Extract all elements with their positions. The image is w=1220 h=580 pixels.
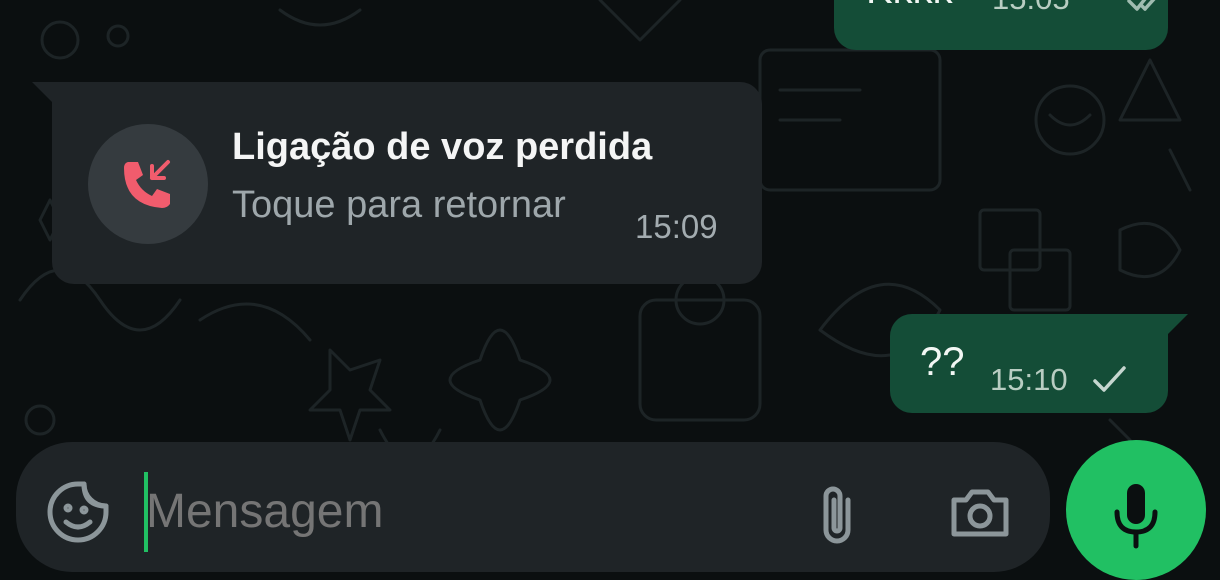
message-text: ?? <box>920 340 965 384</box>
outgoing-message[interactable]: ?? 15:10 <box>890 314 1188 413</box>
message-composer <box>16 442 1050 572</box>
single-check-sent-icon <box>1092 364 1128 401</box>
camera-icon[interactable] <box>948 482 1012 547</box>
bubble-tail <box>1168 314 1188 334</box>
message-time: 15:05 <box>992 0 1070 17</box>
message-text: Kkkk <box>866 0 953 13</box>
missed-call-message[interactable]: Ligação de voz perdida Toque para retorn… <box>32 82 762 284</box>
outgoing-message[interactable]: Kkkk 15:05 <box>834 0 1168 50</box>
missed-call-icon <box>124 160 170 208</box>
paperclip-icon[interactable] <box>812 482 862 551</box>
bubble-tail <box>32 82 52 102</box>
record-voice-button[interactable] <box>1066 440 1206 580</box>
missed-call-title: Ligação de voz perdida <box>232 126 653 168</box>
message-time: 15:10 <box>990 362 1068 397</box>
missed-call-icon-container <box>88 124 208 244</box>
double-check-read-icon <box>1126 0 1174 21</box>
message-time: 15:09 <box>635 208 718 245</box>
sticker-icon[interactable] <box>46 480 110 549</box>
microphone-icon <box>1114 484 1158 549</box>
missed-call-subtitle: Toque para retornar <box>232 184 566 226</box>
message-input[interactable] <box>146 484 746 539</box>
